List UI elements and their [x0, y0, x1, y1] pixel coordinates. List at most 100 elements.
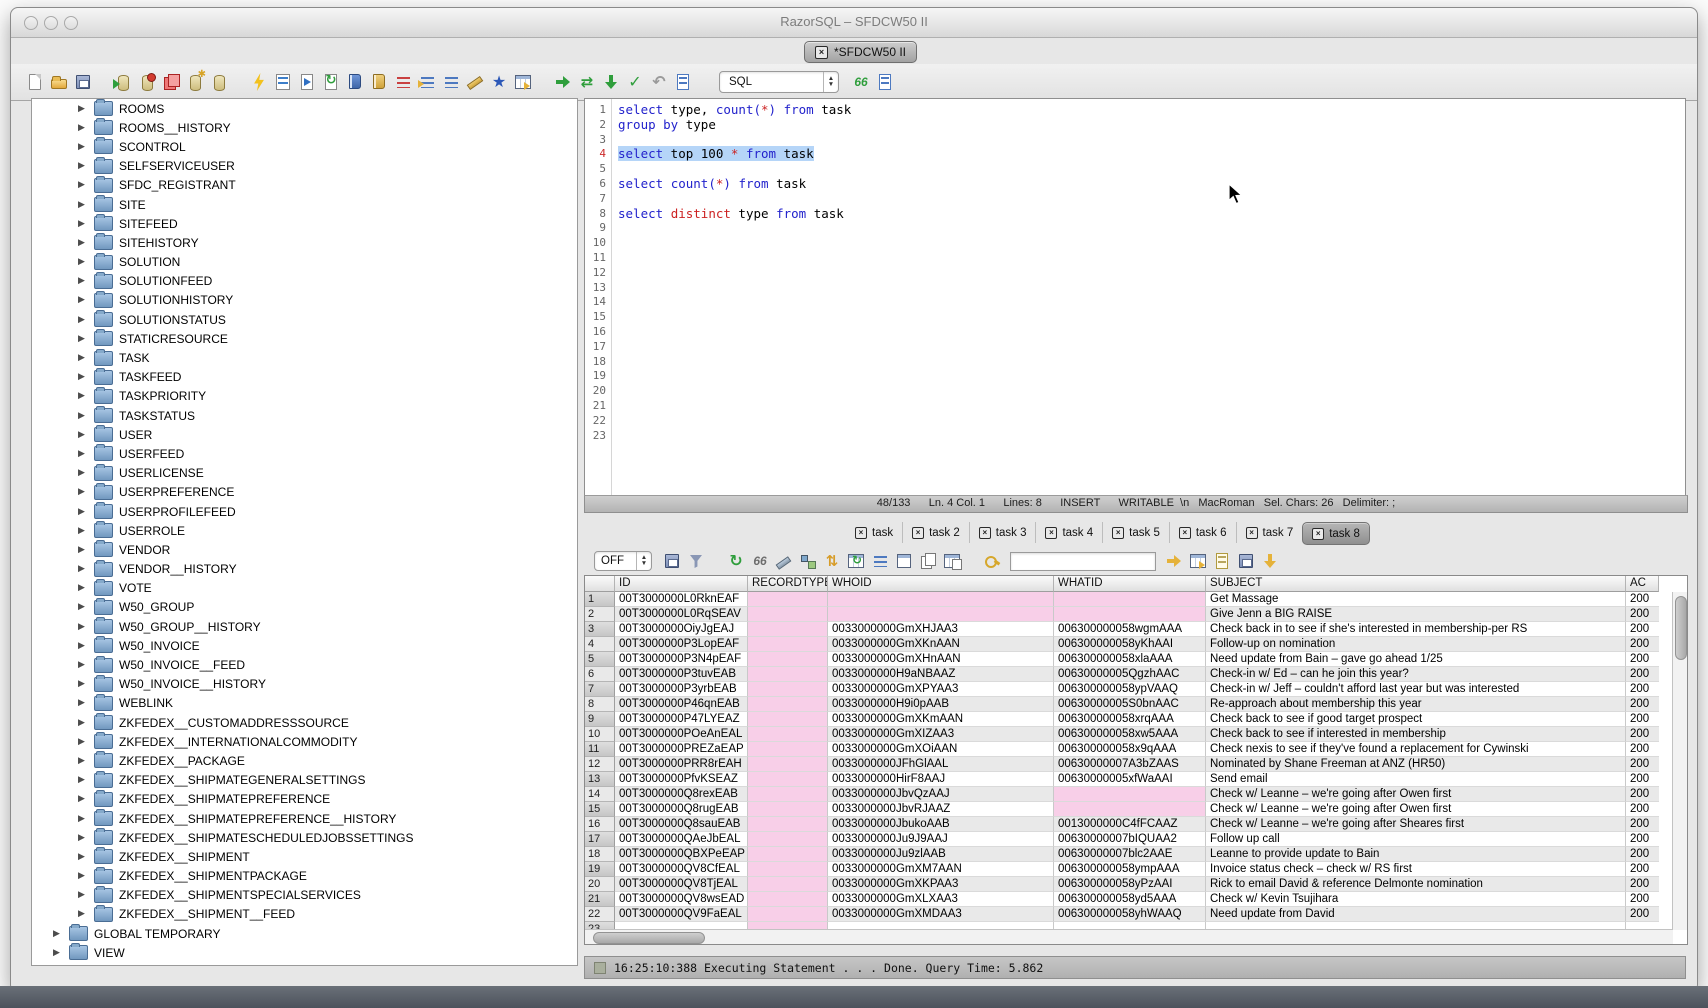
- grid-cell[interactable]: Check w/ Leanne – we're going after Shea…: [1206, 817, 1626, 832]
- disclosure-triangle-icon[interactable]: ▶: [78, 334, 88, 344]
- close-tab-icon[interactable]: ×: [1045, 527, 1057, 539]
- disclosure-triangle-icon[interactable]: ▶: [78, 142, 88, 152]
- row-number[interactable]: 2: [585, 607, 615, 622]
- code-line-3[interactable]: [618, 133, 1685, 148]
- grid-cell[interactable]: [748, 772, 828, 787]
- table-row[interactable]: 600T3000000P3tuvEAB0033000000H9aNBAAZ006…: [585, 667, 1687, 682]
- code-line-12[interactable]: [618, 266, 1685, 281]
- code-line-22[interactable]: [618, 414, 1685, 429]
- tree-item-w50-invoice-history[interactable]: ▶W50_INVOICE__HISTORY: [32, 675, 577, 694]
- grid-cell[interactable]: [748, 847, 828, 862]
- grid-vertical-scrollbar-thumb[interactable]: [1675, 596, 1687, 660]
- code-line-7[interactable]: [618, 192, 1685, 207]
- tree-item-userrole[interactable]: ▶USERROLE: [32, 521, 577, 540]
- tree-item-solutionfeed[interactable]: ▶SOLUTIONFEED: [32, 272, 577, 291]
- grid-cell[interactable]: Nominated by Shane Freeman at ANZ (HR50): [1206, 757, 1626, 772]
- disclosure-triangle-icon[interactable]: ▶: [78, 104, 88, 114]
- grid-cell[interactable]: 200: [1626, 862, 1659, 877]
- new-connection-icon[interactable]: [185, 72, 205, 92]
- grid-cell[interactable]: 200: [1626, 682, 1659, 697]
- row-number[interactable]: 20: [585, 877, 615, 892]
- tree-item-zkfedex-internationalcommodity[interactable]: ▶ZKFEDEX__INTERNATIONALCOMMODITY: [32, 732, 577, 751]
- grid-cell[interactable]: [1054, 592, 1206, 607]
- grid-cell[interactable]: Give Jenn a BIG RAISE: [1206, 607, 1626, 622]
- tree-item-selfserviceuser[interactable]: ▶SELFSERVICEUSER: [32, 157, 577, 176]
- open-file-icon[interactable]: [49, 72, 69, 92]
- grid-cell[interactable]: 006300000058yhWAAQ: [1054, 907, 1206, 922]
- grid-cell[interactable]: 006300000058xw5AAA: [1054, 727, 1206, 742]
- grid-cell[interactable]: Follow up call: [1206, 832, 1626, 847]
- grid-cell[interactable]: 200: [1626, 787, 1659, 802]
- code-line-13[interactable]: [618, 281, 1685, 296]
- commit-icon[interactable]: [625, 72, 645, 92]
- tree-item-solutionhistory[interactable]: ▶SOLUTIONHISTORY: [32, 291, 577, 310]
- grid-cell[interactable]: 0033000000JbvRJAAZ: [828, 802, 1054, 817]
- grid-cell[interactable]: Check w/ Kevin Tsujihara: [1206, 892, 1626, 907]
- grid-cell[interactable]: Check back in to see if she's interested…: [1206, 622, 1626, 637]
- grid-cell[interactable]: 00630000005S0bnAAC: [1054, 697, 1206, 712]
- row-number[interactable]: 9: [585, 712, 615, 727]
- grid-cell[interactable]: 200: [1626, 802, 1659, 817]
- disclosure-triangle-icon[interactable]: ▶: [78, 775, 88, 785]
- grid-cell[interactable]: 200: [1626, 892, 1659, 907]
- grid-cell[interactable]: 00630000007A3bZAAS: [1054, 757, 1206, 772]
- code-line-20[interactable]: [618, 384, 1685, 399]
- code-line-17[interactable]: [618, 340, 1685, 355]
- row-number[interactable]: 11: [585, 742, 615, 757]
- grid-cell[interactable]: [748, 637, 828, 652]
- table-row[interactable]: 500T3000000P3N4pEAF0033000000GmXHnAAN006…: [585, 652, 1687, 667]
- tree-item-global-temporary[interactable]: ▶GLOBAL TEMPORARY: [32, 924, 577, 943]
- disclosure-triangle-icon[interactable]: ▶: [78, 909, 88, 919]
- document-tab[interactable]: × *SFDCW50 II: [804, 41, 917, 63]
- table-row[interactable]: 400T3000000P3LopEAF0033000000GmXKnAAN006…: [585, 637, 1687, 652]
- grid-cell[interactable]: 00T3000000QV8wsEAD: [615, 892, 748, 907]
- grid-cell[interactable]: 200: [1626, 877, 1659, 892]
- tree-item-rooms[interactable]: ▶ROOMS: [32, 99, 577, 118]
- code-line-9[interactable]: [618, 221, 1685, 236]
- row-number[interactable]: 17: [585, 832, 615, 847]
- grid-cell[interactable]: 200: [1626, 592, 1659, 607]
- code-line-11[interactable]: [618, 251, 1685, 266]
- grid-cell[interactable]: 006300000058wgmAAA: [1054, 622, 1206, 637]
- grid-cell[interactable]: 0033000000JFhGlAAL: [828, 757, 1054, 772]
- align-icon[interactable]: [441, 72, 461, 92]
- column-header-subject[interactable]: SUBJECT: [1206, 576, 1626, 592]
- grid-cell[interactable]: 0033000000GmXMDAA3: [828, 907, 1054, 922]
- tree-item-taskpriority[interactable]: ▶TASKPRIORITY: [32, 387, 577, 406]
- grid-cell[interactable]: 200: [1626, 667, 1659, 682]
- disclosure-triangle-icon[interactable]: ▶: [78, 219, 88, 229]
- grid-cell[interactable]: Send email: [1206, 772, 1626, 787]
- grid-cell[interactable]: [748, 727, 828, 742]
- column-header-whoid[interactable]: WHOID: [828, 576, 1054, 592]
- new-file-icon[interactable]: [25, 72, 45, 92]
- grid-cell[interactable]: 0033000000GmXHJAA3: [828, 622, 1054, 637]
- grid-cell[interactable]: 200: [1626, 622, 1659, 637]
- grid-cell[interactable]: 200: [1626, 697, 1659, 712]
- disclosure-triangle-icon[interactable]: ▶: [78, 161, 88, 171]
- save-file-icon[interactable]: [73, 72, 93, 92]
- disclosure-triangle-icon[interactable]: ▶: [78, 583, 88, 593]
- grid-cell[interactable]: [748, 592, 828, 607]
- grid-cell[interactable]: [748, 607, 828, 622]
- refresh-icon[interactable]: [726, 551, 746, 571]
- grid-cell[interactable]: [748, 877, 828, 892]
- tree-item-sitefeed[interactable]: ▶SITEFEED: [32, 214, 577, 233]
- grid-cell[interactable]: 0033000000JbukoAAB: [828, 817, 1054, 832]
- disclosure-triangle-icon[interactable]: ▶: [78, 564, 88, 574]
- save-results-icon[interactable]: [662, 551, 682, 571]
- grid-cell[interactable]: 0033000000Ju9zlAAB: [828, 847, 1054, 862]
- grid-cell[interactable]: [748, 742, 828, 757]
- new-note-icon[interactable]: [1212, 551, 1232, 571]
- grid-cell[interactable]: [748, 622, 828, 637]
- row-limit-select[interactable]: OFF ▲▼: [594, 551, 652, 571]
- row-number[interactable]: 5: [585, 652, 615, 667]
- grid-cell[interactable]: [748, 682, 828, 697]
- disclosure-triangle-icon[interactable]: ▶: [78, 602, 88, 612]
- grid-cell[interactable]: Check-in w/ Ed – can he join this year?: [1206, 667, 1626, 682]
- tree-item-zkfedex-shipment[interactable]: ▶ZKFEDEX__SHIPMENT: [32, 847, 577, 866]
- grid-cell[interactable]: 200: [1626, 907, 1659, 922]
- table-row[interactable]: 2000T3000000QV8TjEAL0033000000GmXKPAA300…: [585, 877, 1687, 892]
- grid-cell[interactable]: Check w/ Leanne – we're going after Owen…: [1206, 802, 1626, 817]
- grid-cell[interactable]: 00T3000000P47LYEAZ: [615, 712, 748, 727]
- tree-item-userprofilefeed[interactable]: ▶USERPROFILEFEED: [32, 502, 577, 521]
